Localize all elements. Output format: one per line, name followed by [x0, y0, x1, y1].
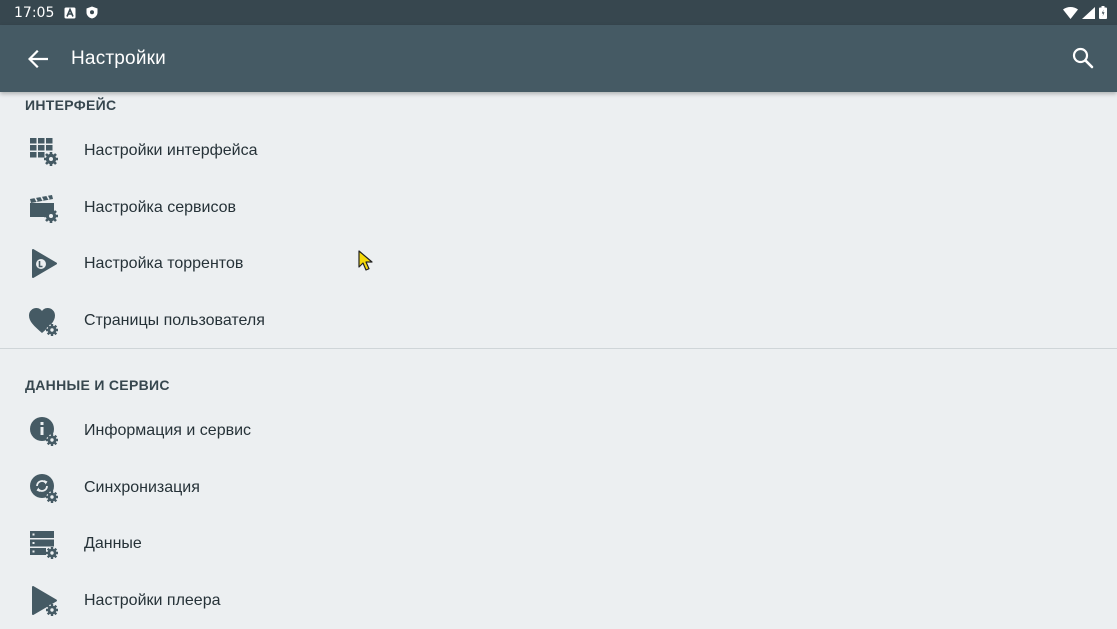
page-title: Настройки	[71, 47, 166, 69]
section-header-interface: ИНТЕРФЕЙС	[25, 97, 117, 113]
grid-settings-icon	[30, 138, 58, 166]
section-header-data-service: ДАННЫЕ И СЕРВИС	[25, 377, 170, 393]
status-bar: 17:05	[0, 0, 1117, 25]
cell-signal-icon	[1082, 6, 1095, 19]
status-right	[1063, 6, 1107, 19]
settings-item-label: Данные	[84, 535, 142, 552]
settings-item-services[interactable]: Настройка сервисов	[0, 180, 1117, 236]
search-icon	[1072, 47, 1094, 69]
settings-item-label: Страницы пользователя	[84, 312, 265, 329]
shield-icon	[86, 6, 98, 19]
status-time: 17:05	[14, 4, 55, 21]
section-divider	[0, 348, 1117, 349]
mouse-cursor-icon	[358, 250, 373, 271]
settings-item-info-service[interactable]: Информация и сервис	[0, 403, 1117, 459]
settings-item-interface[interactable]: Настройки интерфейса	[0, 123, 1117, 179]
settings-item-label: Настройка сервисов	[84, 199, 237, 216]
settings-item-data[interactable]: Данные	[0, 516, 1117, 572]
battery-icon	[1099, 6, 1107, 19]
settings-item-user-pages[interactable]: Страницы пользователя	[0, 293, 1117, 349]
notification-a-icon	[64, 6, 76, 18]
settings-item-label: Настройки плеера	[84, 592, 221, 609]
torrent-play-icon	[32, 249, 57, 278]
settings-item-label: Синхронизация	[84, 479, 200, 496]
search-button[interactable]	[1063, 38, 1103, 78]
info-settings-icon	[30, 417, 58, 446]
status-left: 17:05	[14, 5, 98, 21]
heart-settings-icon	[29, 308, 58, 336]
arrow-back-icon	[28, 49, 48, 68]
wifi-icon	[1063, 6, 1078, 19]
storage-settings-icon	[30, 531, 58, 559]
sync-settings-icon	[30, 474, 58, 503]
player-settings-icon	[32, 586, 58, 616]
settings-list: ИНТЕРФЕЙС Настройки интерфейса Настройка…	[0, 92, 1117, 628]
clapperboard-settings-icon	[30, 195, 58, 223]
settings-item-label: Настройка торрентов	[84, 255, 244, 272]
settings-item-label: Информация и сервис	[84, 422, 252, 439]
settings-item-torrents[interactable]: Настройка торрентов	[0, 236, 1117, 292]
app-toolbar: Настройки	[0, 25, 1117, 92]
back-button[interactable]	[18, 39, 58, 79]
settings-item-label: Настройки интерфейса	[84, 142, 258, 159]
settings-item-player[interactable]: Настройки плеера	[0, 573, 1117, 629]
settings-item-sync[interactable]: Синхронизация	[0, 460, 1117, 516]
